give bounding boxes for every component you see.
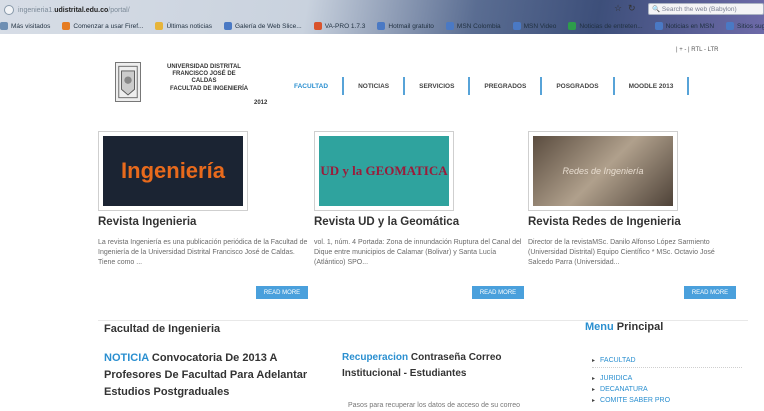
address-bar[interactable]: ingenieria1.udistrital.edu.co/portal/ (0, 3, 700, 17)
card-thumbnail[interactable]: UD y la GEOMATICA (314, 131, 454, 211)
bookmark-icon (377, 22, 386, 30)
nav-icons: ☆ ↻ (614, 3, 638, 13)
recovery-summary: Pasos para recuperar los datos de acceso… (348, 402, 520, 409)
bookmark-icon (726, 22, 735, 30)
main-menu: FACULTAD NOTICIAS SERVICIOS PREGRADOS POSGRA… (280, 77, 690, 95)
url-text[interactable]: ingenieria1.udistrital.edu.co/portal/ (18, 7, 130, 14)
thumbnail-text: Ingeniería (121, 158, 225, 183)
news-headline[interactable]: NOTICIA Convocatoria De 2013 A Profesore… (104, 350, 336, 401)
recovery-tag: Recuperacion (342, 352, 409, 363)
bookmark-item[interactable]: MSN Video (512, 22, 556, 30)
card-summary: vol. 1, núm. 4 Portada: Zona de innundac… (314, 239, 522, 266)
arrow-icon: ▸ (592, 376, 596, 382)
password-recovery-headline[interactable]: Recuperacion Contraseña Correo Instituci… (342, 350, 542, 382)
menu-item-servicios[interactable]: SERVICIOS (405, 77, 471, 95)
menu-item-moodle-2013[interactable]: MOODLE 2013 (615, 77, 690, 95)
arrow-icon: ▸ (592, 398, 596, 404)
card-thumbnail[interactable]: Redes de Ingeniería (528, 131, 678, 211)
bookmark-icon (568, 22, 577, 30)
bookmark-item[interactable]: Sitios suge (726, 22, 764, 30)
search-icon: 🔍 (652, 6, 662, 13)
card-summary: Director de la revistaMSc. Danilo Alfons… (528, 239, 715, 266)
read-more-button[interactable]: READ MORE (684, 286, 736, 299)
card-title[interactable]: Revista UD y la Geomática (314, 216, 459, 228)
search-input[interactable]: 🔍 Search the web (Babylon) (648, 3, 764, 15)
sidebar-item-decanatura[interactable]: ▸ DECANATURA (592, 384, 742, 395)
bookmark-item[interactable]: Noticias de entreten... (568, 22, 643, 30)
news-tag: NOTICIA (104, 352, 149, 364)
faculty-name: FACULTAD DE INGENIERÍA (170, 86, 249, 92)
thumbnail-text: UD y la GEOMATICA (320, 163, 448, 178)
rtl-ltr-controls[interactable]: | + - | RTL - LTR (676, 47, 719, 53)
favicon-icon (4, 5, 14, 15)
menu-item-pregrados[interactable]: PREGRADOS (470, 77, 543, 95)
star-icon[interactable]: ☆ (614, 3, 624, 13)
bookmark-icon (313, 22, 322, 30)
arrow-icon: ▸ (592, 387, 596, 393)
bookmarks-bar: Más visitados Comenzar a usar Firef... Últ… (0, 19, 764, 33)
sidebar-menu: ▸ FACULTAD ▸ JURIDICA ▸ DECANATURA ▸ COMITE SAB… (592, 354, 742, 406)
reload-icon[interactable]: ↻ (628, 3, 638, 13)
bookmark-item[interactable]: Hotmail gratuito (377, 22, 434, 30)
university-logo (115, 62, 141, 102)
bookmark-icon (62, 22, 71, 30)
bookmark-item[interactable]: MSN Colombia (445, 22, 501, 30)
bookmark-item[interactable]: Últimas noticias (155, 22, 212, 30)
bookmark-icon (223, 22, 232, 30)
bookmark-icon (155, 22, 164, 30)
thumbnail-text: Redes de Ingeniería (562, 166, 644, 176)
browser-chrome: ingenieria1.udistrital.edu.co/portal/ ☆ … (0, 0, 764, 34)
bookmark-icon (0, 22, 8, 30)
sidebar-title: Menu Principal (585, 321, 664, 333)
card-title[interactable]: Revista Redes de Ingenieria (528, 216, 681, 228)
bookmark-icon (512, 22, 521, 30)
bookmark-item[interactable]: Más visitados (0, 22, 50, 30)
journal-cards: Ingeniería Revista Ingenieria La revista… (98, 131, 748, 301)
card-title[interactable]: Revista Ingenieria (98, 216, 196, 228)
bookmark-item[interactable]: Noticias en MSN (654, 22, 714, 30)
page-content: | + - | RTL - LTR UNIVERSIDAD DISTRITAL … (0, 34, 764, 411)
arrow-icon: ▸ (592, 358, 596, 364)
university-name: UNIVERSIDAD DISTRITAL FRANCISCO JOSÉ DE … (167, 64, 241, 84)
bookmark-item[interactable]: Galería de Web Slice... (223, 22, 302, 30)
menu-item-facultad[interactable]: FACULTAD (280, 77, 345, 95)
read-more-button[interactable]: READ MORE (472, 286, 524, 299)
bookmark-icon (654, 22, 663, 30)
sidebar-item-comite-saber-pro[interactable]: ▸ COMITE SABER PRO (592, 395, 742, 406)
card-summary: La revista Ingeniería es una publicación… (98, 239, 308, 266)
menu-item-posgrados[interactable]: POSGRADOS (542, 77, 615, 95)
sidebar-item-juridica[interactable]: ▸ JURIDICA (592, 373, 742, 384)
read-more-button[interactable]: READ MORE (256, 286, 308, 299)
section-title: Facultad de Ingenieria (104, 323, 221, 335)
menu-item-noticias[interactable]: NOTICIAS (344, 77, 406, 95)
card-thumbnail[interactable]: Ingeniería (98, 131, 248, 211)
bookmark-icon (445, 22, 454, 30)
bookmark-item[interactable]: Comenzar a usar Firef... (62, 22, 143, 30)
year-label: 2012 (254, 100, 268, 106)
bookmark-item[interactable]: VA-PRO 1.7.3 (313, 22, 365, 30)
sidebar-item-facultad[interactable]: ▸ FACULTAD (592, 354, 742, 368)
